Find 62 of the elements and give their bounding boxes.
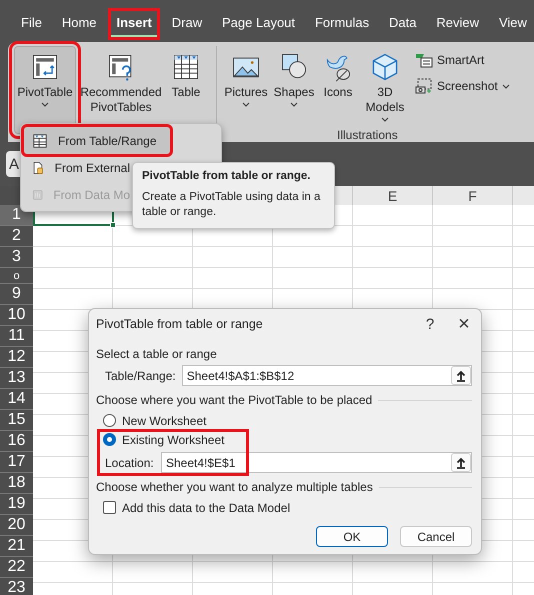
fill-handle[interactable]: [110, 222, 116, 228]
ribbon-tab[interactable]: Insert: [111, 11, 157, 37]
upload-icon: [456, 456, 466, 468]
ribbon-small-button[interactable]: SmartArt: [413, 50, 512, 70]
radio-button[interactable]: [103, 414, 116, 427]
ribbon-tab[interactable]: Formulas: [310, 11, 374, 37]
row-header[interactable]: 12: [0, 347, 33, 368]
field-label: Location:: [105, 454, 155, 470]
ribbon-tab[interactable]: Data: [384, 11, 422, 37]
row-header[interactable]: 17: [0, 452, 33, 473]
row-header[interactable]: 16: [0, 431, 33, 452]
dialog-title: PivotTable from table or range: [96, 317, 264, 331]
row-header[interactable]: 21: [0, 536, 33, 557]
field-label: Table/Range:: [105, 368, 176, 384]
checkbox[interactable]: [103, 501, 116, 514]
row-header[interactable]: 15: [0, 410, 33, 431]
dialog-button[interactable]: OK: [316, 526, 388, 547]
ribbon-button[interactable]: Icons: [319, 46, 357, 128]
row-header[interactable]: 20: [0, 515, 33, 536]
tooltip-title: PivotTable from table or range.: [142, 170, 312, 182]
smartart-icon: [415, 52, 433, 68]
row-header[interactable]: 22: [0, 557, 33, 578]
row-header[interactable]: 19: [0, 494, 33, 515]
section-heading: Choose where you want the PivotTable to be placed: [96, 393, 372, 407]
range-field[interactable]: Sheet4!$A$1:$B$12: [182, 365, 472, 386]
document-database-icon: [32, 160, 45, 176]
dialog-button[interactable]: Cancel: [400, 526, 472, 547]
row-header[interactable]: 9: [0, 284, 33, 305]
collapse-button[interactable]: [451, 366, 471, 385]
row-header[interactable]: 3: [0, 247, 33, 268]
ribbon-tab[interactable]: Home: [56, 11, 102, 37]
section-heading: Select a table or range: [96, 347, 217, 361]
ribbon-small-button[interactable]: Screenshot: [413, 76, 512, 96]
checkbox-label: Add this data to the Data Model: [122, 500, 290, 514]
upload-icon: [456, 370, 466, 382]
ribbon-tab[interactable]: Page Layout: [217, 11, 300, 37]
ribbon-tab[interactable]: File: [16, 11, 47, 37]
tooltip-text: Create a PivotTable using data in a table or range.: [142, 190, 322, 220]
ribbon-tab[interactable]: Review: [431, 11, 484, 37]
radio-button[interactable]: [103, 433, 116, 446]
location-field[interactable]: Sheet4!$E$1: [161, 452, 472, 473]
row-header[interactable]: 13: [0, 368, 33, 389]
row-header[interactable]: 11: [0, 326, 33, 347]
menu-item[interactable]: From Table/Range: [24, 127, 170, 154]
row-header[interactable]: 10: [0, 305, 33, 326]
close-button[interactable]: ×: [447, 310, 481, 338]
ribbon-tab[interactable]: View: [494, 11, 532, 37]
ribbon-button[interactable]: 3D Models: [359, 46, 411, 128]
row-header[interactable]: 14: [0, 389, 33, 410]
ribbon-button[interactable]: Shapes: [271, 46, 317, 128]
row-header[interactable]: 2: [0, 226, 33, 247]
screenshot-icon: [415, 78, 433, 94]
radio-label: New Worksheet: [122, 414, 206, 428]
help-button[interactable]: ?: [413, 310, 447, 338]
table-icon: [32, 132, 48, 148]
collapse-button[interactable]: [451, 453, 471, 472]
row-header[interactable]: 18: [0, 473, 33, 494]
ribbon-button[interactable]: Pictures: [223, 46, 269, 128]
section-heading: Choose whether you want to analyze multiple tables: [96, 480, 373, 494]
ribbon-tab[interactable]: Draw: [166, 11, 208, 37]
radio-label: Existing Worksheet: [122, 432, 224, 446]
group-label: Illustrations: [336, 128, 399, 144]
